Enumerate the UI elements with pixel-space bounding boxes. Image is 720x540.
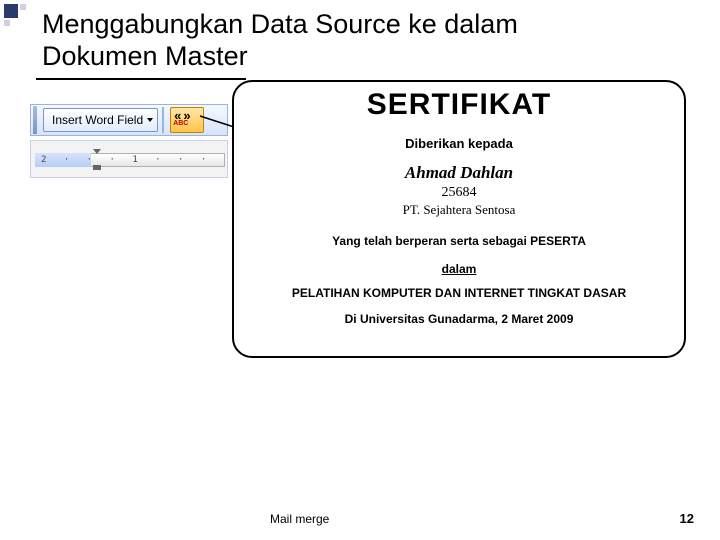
title-underline [36, 78, 246, 80]
certificate-company: PT. Sejahtera Sentosa [234, 202, 684, 218]
dropdown-icon [147, 118, 153, 122]
abc-icon-label: ABC [173, 120, 188, 127]
word-ruler: 2 · · · 1 · · · · · · 1 · · · 2 [30, 140, 228, 178]
certificate-event: PELATIHAN KOMPUTER DAN INTERNET TINGKAT … [234, 286, 684, 300]
insert-word-field-label: Insert Word Field [52, 113, 143, 127]
title-line-2: Dokumen Master [42, 40, 518, 72]
certificate-preview: SERTIFIKAT Diberikan kepada Ahmad Dahlan… [232, 80, 686, 358]
toolbar-row: Insert Word Field «» ABC [30, 104, 228, 136]
insert-word-field-button[interactable]: Insert Word Field [43, 108, 158, 132]
certificate-given-to: Diberikan kepada [234, 136, 684, 151]
title-line-1: Menggabungkan Data Source ke dalam [42, 8, 518, 40]
slide-title: Menggabungkan Data Source ke dalam Dokum… [42, 8, 518, 73]
footer-label: Mail merge [270, 512, 329, 526]
ruler-ticks: 2 · · · 1 · · · · · · 1 · · · 2 [41, 155, 221, 165]
certificate-recipient-name: Ahmad Dahlan [234, 163, 684, 183]
toolbar-handle [33, 106, 37, 134]
certificate-role-text: Yang telah berperan serta sebagai PESERT… [234, 234, 684, 248]
page-number: 12 [680, 511, 694, 526]
certificate-dalam: dalam [234, 262, 684, 276]
word-toolbar-screenshot: Insert Word Field «» ABC 2 · · · 1 · · ·… [30, 104, 228, 178]
indent-marker-top-icon [93, 149, 101, 154]
certificate-location-date: Di Universitas Gunadarma, 2 Maret 2009 [234, 312, 684, 326]
certificate-recipient-number: 25684 [234, 185, 684, 201]
certificate-title: SERTIFIKAT [234, 88, 684, 122]
view-merged-data-button[interactable]: «» ABC [170, 107, 204, 133]
indent-marker-bottom-icon [93, 165, 101, 170]
toolbar-separator [162, 107, 164, 133]
slide-bullet-deco [4, 4, 32, 32]
